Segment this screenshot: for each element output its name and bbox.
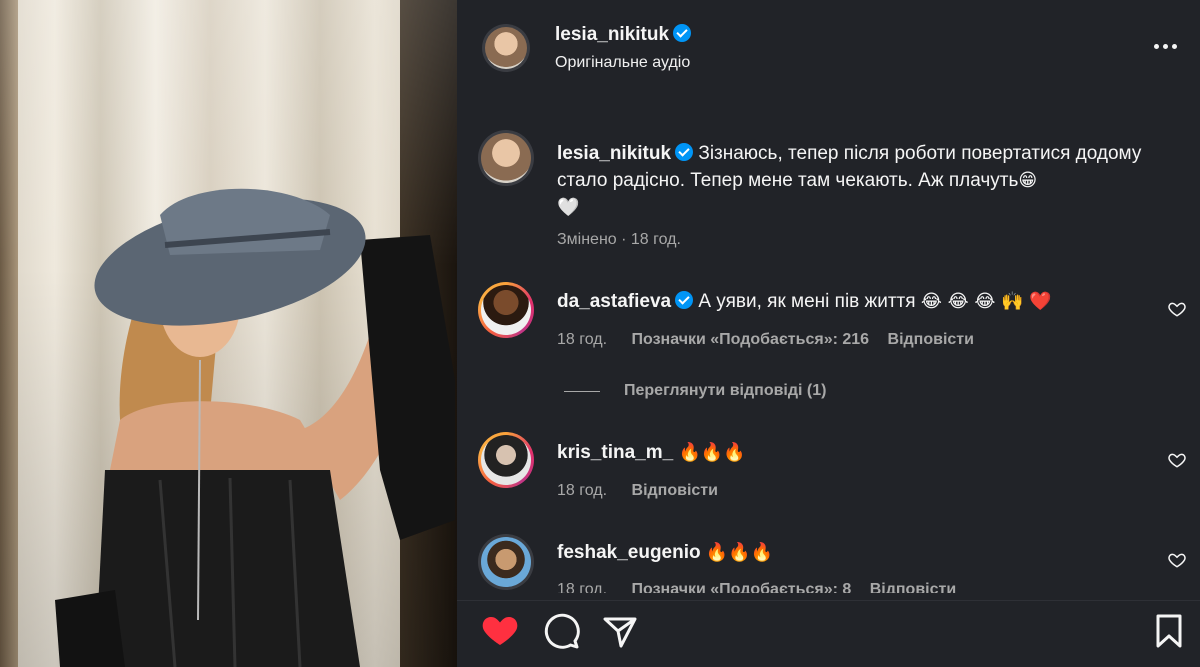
caption-heart-emoji: 🤍 — [557, 197, 580, 218]
post-author-header[interactable]: lesia_nikituk — [555, 24, 692, 46]
verified-badge-icon — [675, 143, 694, 161]
verified-badge-icon — [673, 24, 692, 42]
caption-username[interactable]: lesia_nikituk — [557, 143, 671, 164]
comment-icon[interactable] — [541, 611, 581, 651]
bookmark-icon[interactable] — [1149, 611, 1189, 651]
post-caption: lesia_nikituk Зізнаюсь, тепер після робо… — [557, 140, 1167, 221]
more-options-button[interactable] — [1150, 36, 1180, 56]
post-media[interactable] — [0, 0, 457, 667]
comment-emoji: 🔥🔥🔥 — [678, 442, 746, 463]
comment-kris-tina-m: kris_tina_m_ 🔥🔥🔥 — [557, 442, 746, 464]
caption-emoji: 😁 — [1018, 170, 1038, 191]
comment-emoji: 😂 😂 😂 🙌 ❤️ — [920, 291, 1052, 312]
comment-username[interactable]: kris_tina_m_ — [557, 442, 673, 463]
comment-time: 18 год. — [557, 581, 608, 593]
heart-icon[interactable] — [480, 611, 520, 651]
comment-like-heart-icon[interactable] — [1168, 300, 1186, 318]
comment-like-heart-icon[interactable] — [1168, 451, 1186, 469]
comment-time: 18 год. — [557, 331, 608, 348]
post-photo-illustration — [55, 188, 455, 667]
post-author-username[interactable]: lesia_nikituk — [555, 24, 669, 45]
comment-username[interactable]: feshak_eugenio — [557, 542, 701, 563]
reply-button[interactable]: Відповісти — [888, 331, 974, 348]
post-author-avatar[interactable] — [482, 24, 530, 72]
more-dot — [1162, 43, 1168, 49]
comment-avatar-feshak-eugenio[interactable] — [478, 534, 534, 590]
reply-button[interactable]: Відповісти — [632, 482, 718, 499]
comment-likes-count[interactable]: Позначки «Подобається»: 216 — [632, 331, 870, 348]
comment-avatar-kris-tina-m[interactable] — [478, 432, 534, 488]
view-replies-label[interactable]: Переглянути відповіді (1) — [624, 382, 826, 400]
comment-username[interactable]: da_astafieva — [557, 291, 671, 312]
action-bar — [457, 600, 1200, 667]
caption-author-avatar[interactable] — [478, 130, 534, 186]
comment-avatar-da-astafieva[interactable] — [478, 282, 534, 338]
paper-plane-icon[interactable] — [600, 611, 640, 651]
audio-label[interactable]: Оригінальне аудіо — [555, 54, 690, 72]
comment-time: 18 год. — [557, 482, 608, 499]
reply-button[interactable]: Відповісти — [870, 581, 956, 593]
comment-da-astafieva: da_astafieva А уяви, як мені пів життя 😂… — [557, 291, 1052, 313]
comment-feshak-eugenio: feshak_eugenio 🔥🔥🔥 — [557, 542, 773, 564]
more-dot — [1171, 43, 1177, 49]
replies-divider — [564, 390, 600, 392]
comment-emoji: 🔥🔥🔥 — [705, 542, 774, 563]
comment-likes-count[interactable]: Позначки «Подобається»: 8 — [632, 581, 852, 593]
more-options-icon — [1153, 43, 1159, 49]
comment-meta: 18 год. Відповісти — [557, 482, 718, 500]
comment-text: А уяви, як мені пів життя — [698, 291, 916, 312]
verified-badge-icon — [675, 291, 694, 309]
caption-meta: Змінено · 18 год. — [557, 231, 681, 248]
view-replies-button[interactable]: Переглянути відповіді (1) — [564, 382, 826, 400]
comment-like-heart-icon[interactable] — [1168, 551, 1186, 569]
comment-meta: 18 год. Позначки «Подобається»: 216 Відп… — [557, 331, 974, 349]
comment-meta: 18 год. Позначки «Подобається»: 8 Відпов… — [557, 581, 956, 593]
